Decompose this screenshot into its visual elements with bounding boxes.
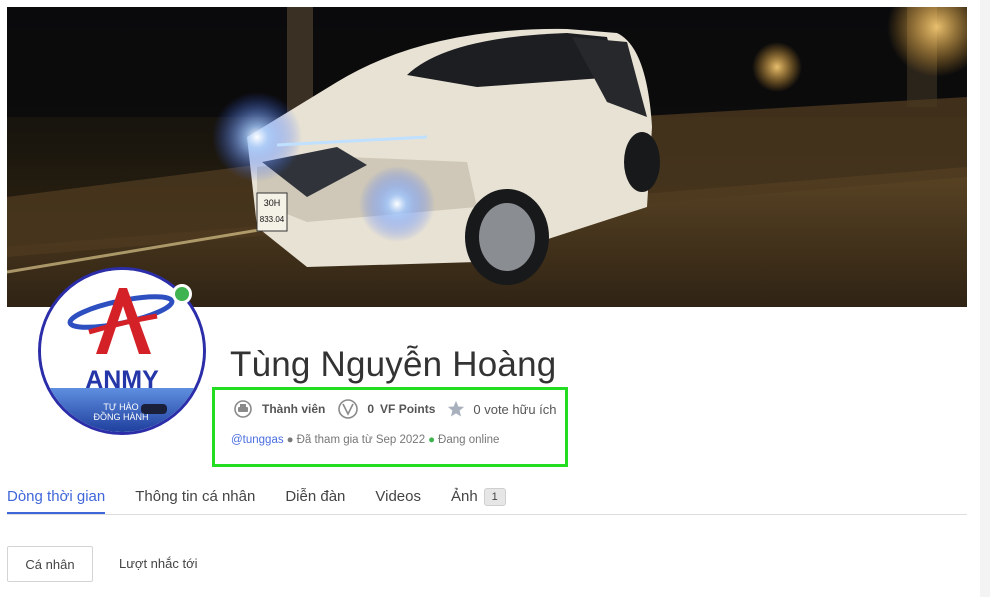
joined-date: Đã tham gia từ Sep 2022 — [296, 434, 426, 446]
avatar-tagline-1: TỰ HÀO — [103, 402, 138, 412]
rank-label: Thành viên — [262, 402, 326, 416]
rank-stat: Thành viên — [232, 399, 325, 419]
subtab-mentions[interactable]: Lượt nhắc tới — [103, 546, 214, 582]
avatar-brand-text: ANMY — [85, 366, 159, 394]
member-rank-icon — [234, 400, 252, 418]
separator-dot: ● — [286, 434, 294, 446]
photo-count-badge: 1 — [483, 488, 506, 507]
tab-videos[interactable]: Videos — [375, 484, 421, 513]
tab-personal-info[interactable]: Thông tin cá nhân — [135, 484, 255, 513]
timeline-subtabs: Cá nhân Lượt nhắc tới — [7, 546, 214, 582]
subtab-personal[interactable]: Cá nhân — [7, 546, 93, 582]
tab-label: Videos — [375, 488, 421, 505]
online-status-text: Đang online — [438, 434, 500, 446]
votes-stat[interactable]: 0 vote hữu ích — [447, 400, 557, 418]
tab-label: Diễn đàn — [285, 488, 346, 505]
online-status-dot — [172, 284, 192, 304]
tab-label: Ảnh — [450, 488, 478, 505]
profile-stats: Thành viên 0 VF Points 0 vote hữu ích — [232, 398, 569, 420]
vf-points-icon — [338, 399, 359, 419]
tab-label: Thông tin cá nhân — [135, 488, 256, 505]
points-label: VF Points — [380, 402, 436, 416]
avatar-tagline-2: ĐỒNG HÀNH — [93, 411, 148, 422]
online-indicator-dot: ● — [428, 434, 436, 446]
points-stat[interactable]: 0 VF Points — [337, 398, 435, 420]
tab-timeline[interactable]: Dòng thời gian — [7, 484, 106, 514]
votes-label: 0 vote hữu ích — [473, 401, 557, 417]
cover-photo: 30H 833.04 — [7, 7, 967, 307]
username-handle[interactable]: @tunggas — [231, 434, 284, 446]
tab-photos[interactable]: Ảnh 1 — [451, 484, 506, 513]
tab-label: Dòng thời gian — [7, 488, 106, 505]
license-plate-line2: 833.04 — [260, 215, 285, 224]
points-value: 0 — [367, 402, 375, 416]
scrollbar-track[interactable] — [980, 0, 990, 597]
license-plate-line1: 30H — [264, 198, 281, 208]
profile-tabs: Dòng thời gian Thông tin cá nhân Diễn đà… — [7, 484, 967, 515]
profile-name: Tùng Nguyễn Hoàng — [230, 345, 557, 384]
profile-meta: @tunggas ● Đã tham gia từ Sep 2022 ● Đang on… — [231, 434, 499, 446]
tab-forum[interactable]: Diễn đàn — [285, 484, 345, 513]
star-icon — [448, 400, 465, 417]
